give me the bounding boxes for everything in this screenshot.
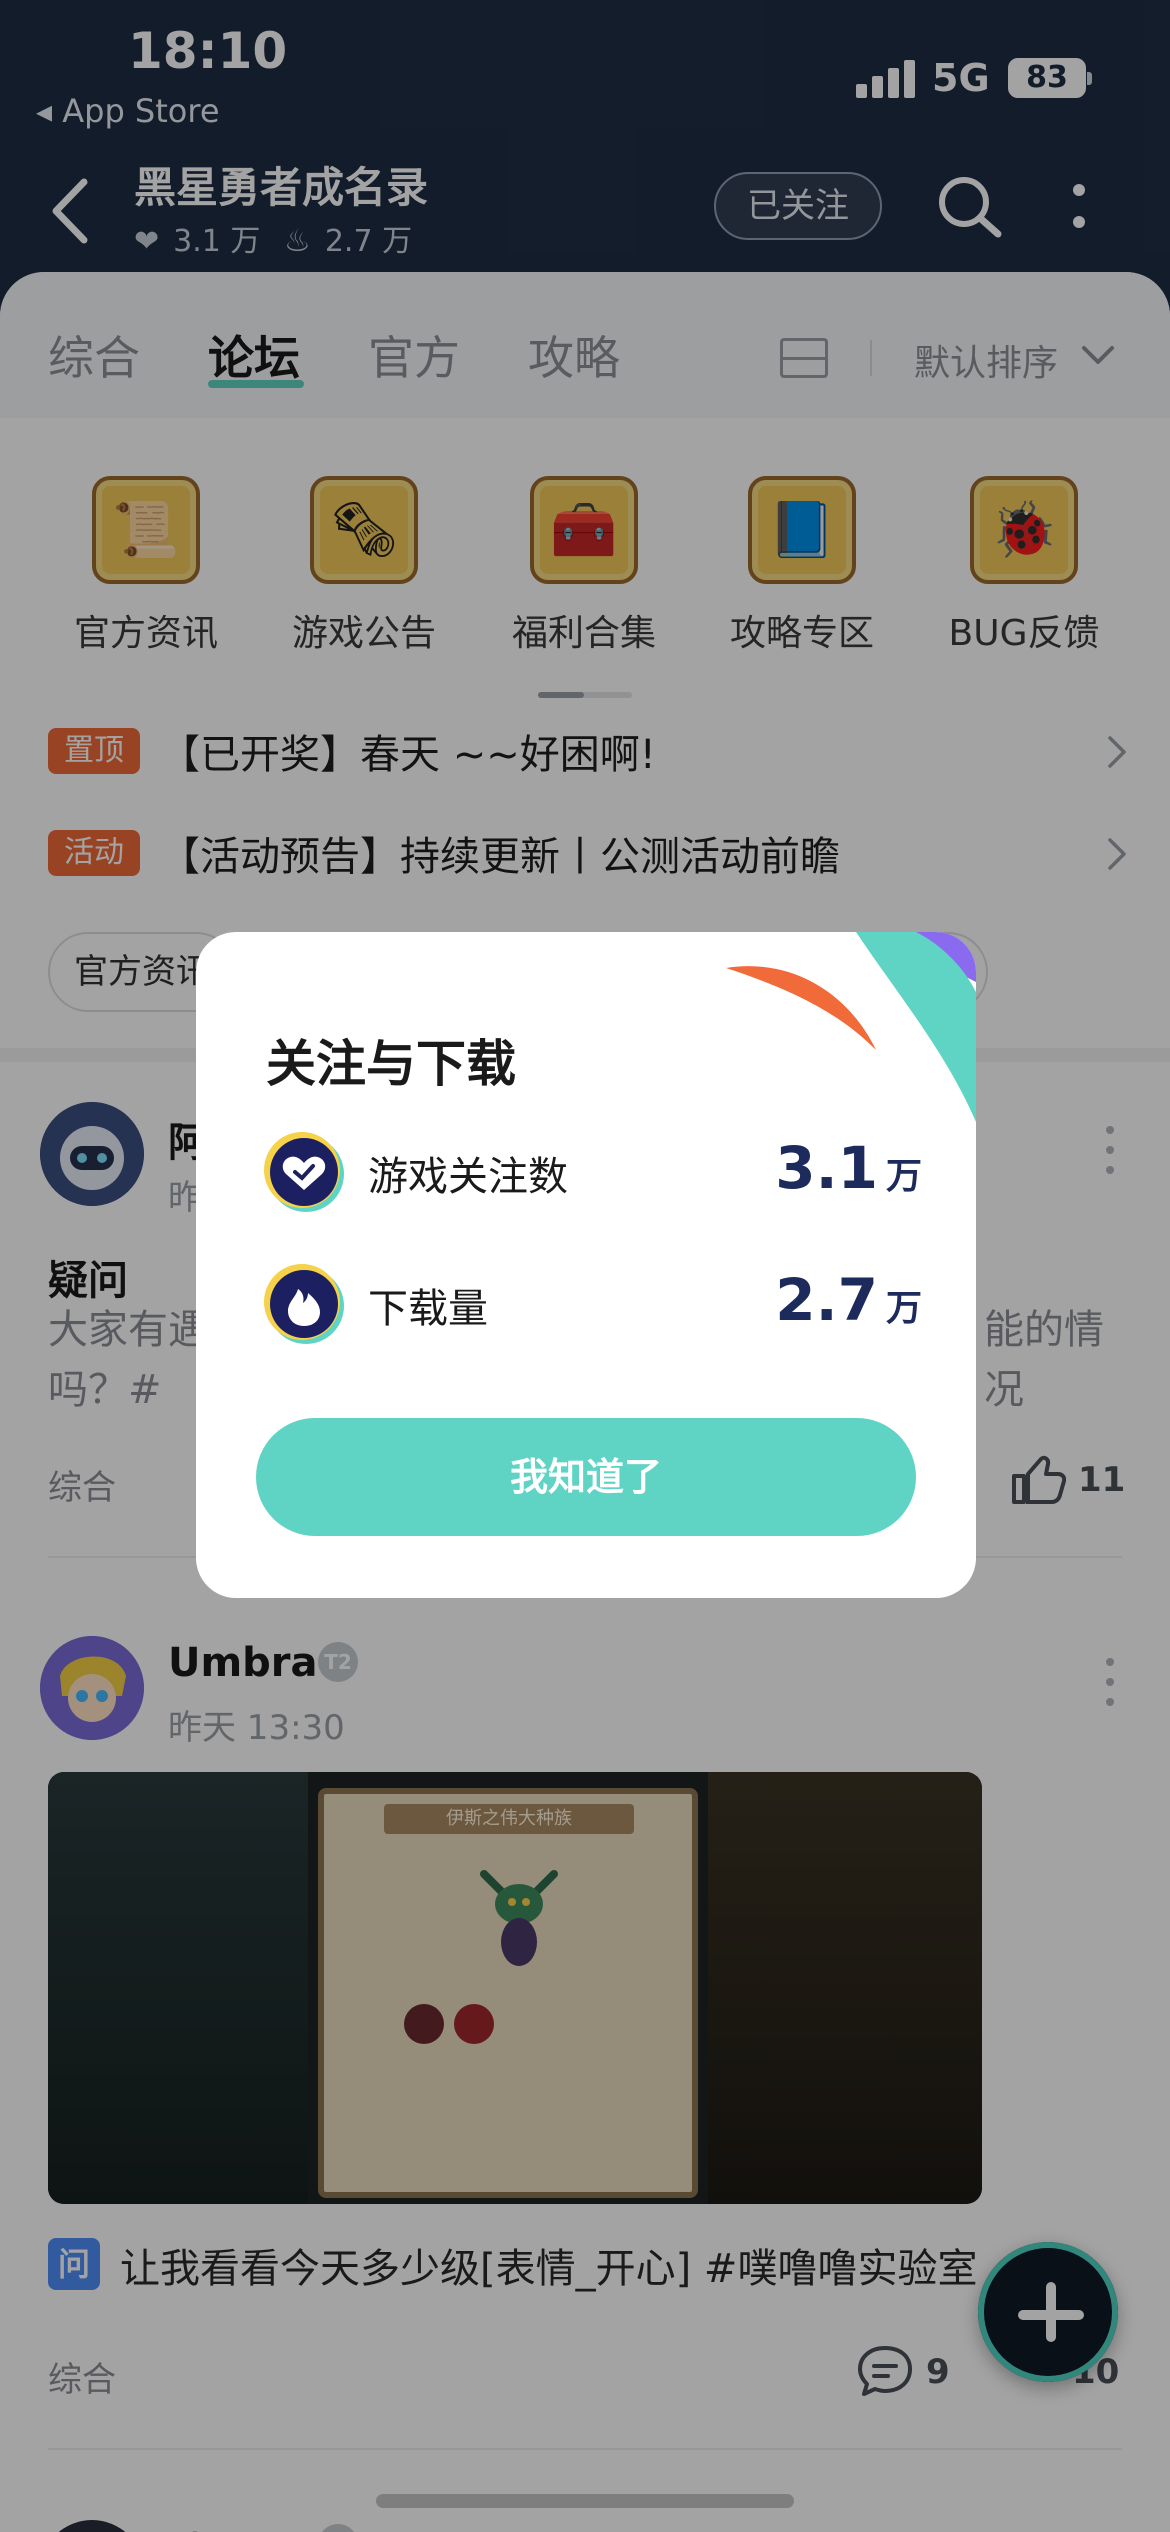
paint-swoosh-decoration [726,932,976,1122]
follow-count-value: 3.1 万 [775,1134,922,1202]
flame-badge-icon [264,1264,344,1344]
download-count-row: 下载量 2.7 万 [262,1262,922,1346]
download-count-number: 2.7 [775,1266,878,1334]
dialog-title: 关注与下载 [266,1035,516,1093]
follow-count-label: 游戏关注数 [368,1154,568,1200]
download-count-value: 2.7 万 [775,1266,922,1334]
follow-count-number: 3.1 [775,1134,878,1202]
follow-download-dialog: 关注与下载 游戏关注数 3.1 万 下载量 2.7 万 我知道了 [196,932,976,1598]
download-count-unit: 万 [885,1288,922,1329]
follow-count-row: 游戏关注数 3.1 万 [262,1130,922,1214]
got-it-button[interactable]: 我知道了 [256,1418,916,1536]
heart-badge-icon [264,1132,344,1212]
follow-count-unit: 万 [885,1156,922,1197]
download-count-label: 下载量 [368,1286,488,1332]
